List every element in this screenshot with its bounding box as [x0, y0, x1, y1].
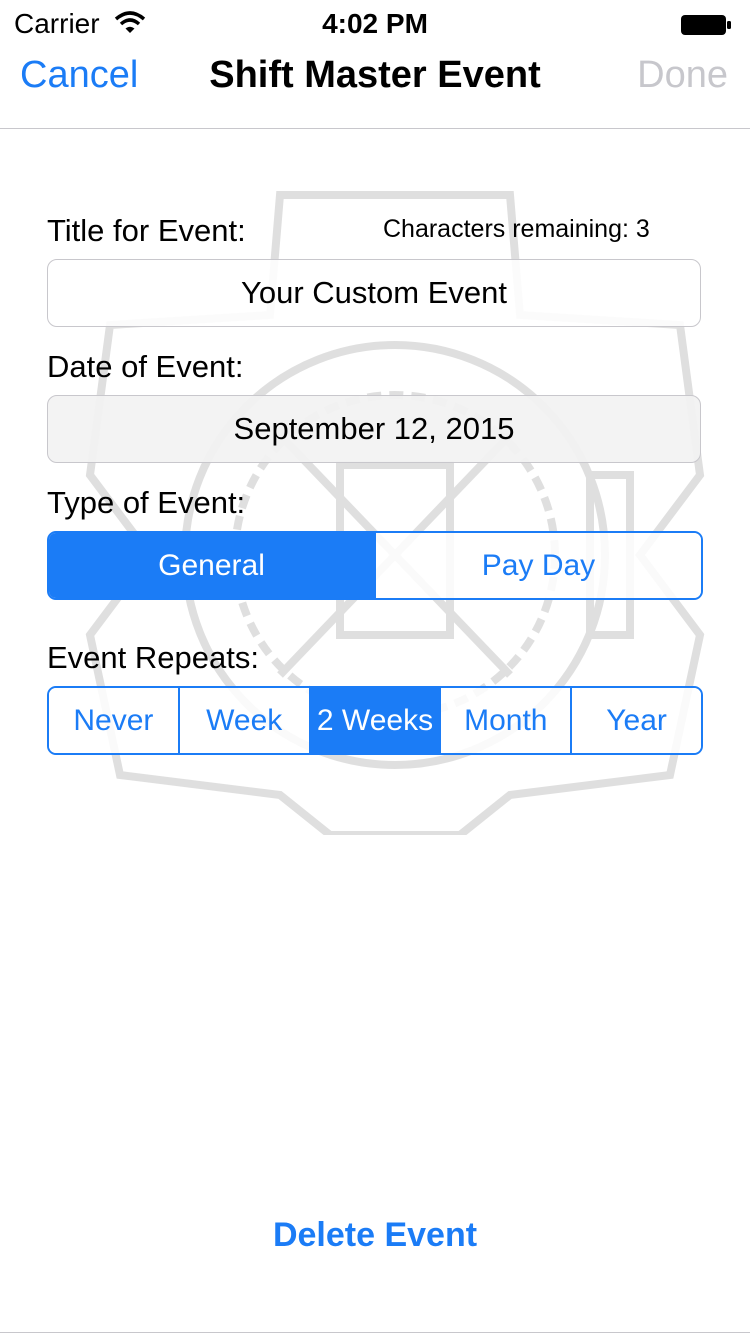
battery-icon: [681, 15, 731, 35]
repeat-option-year[interactable]: Year: [570, 688, 701, 753]
done-button[interactable]: Done: [637, 54, 728, 97]
type-label: Type of Event:: [47, 485, 246, 520]
repeat-option-never[interactable]: Never: [49, 688, 178, 753]
event-title-input[interactable]: Your Custom Event: [47, 259, 701, 327]
repeat-label: Event Repeats:: [47, 640, 259, 675]
navigation-bar: Cancel Shift Master Event Done: [0, 40, 750, 129]
type-option-pay-day[interactable]: Pay Day: [374, 533, 701, 598]
type-option-general[interactable]: General: [49, 533, 374, 598]
bottom-divider: [0, 1332, 750, 1333]
delete-event-button[interactable]: Delete Event: [0, 1216, 750, 1255]
event-repeat-segmented-control: Never Week 2 Weeks Month Year: [47, 686, 703, 755]
status-bar: Carrier 4:02 PM: [0, 0, 750, 40]
characters-remaining: Characters remaining: 3: [383, 215, 650, 243]
date-label: Date of Event:: [47, 349, 244, 384]
repeat-option-month[interactable]: Month: [439, 688, 571, 753]
repeat-option-2-weeks[interactable]: 2 Weeks: [308, 688, 440, 753]
repeat-option-week[interactable]: Week: [177, 688, 309, 753]
event-date-field[interactable]: September 12, 2015: [47, 395, 701, 463]
status-time: 4:02 PM: [322, 8, 428, 39]
event-type-segmented-control: General Pay Day: [47, 531, 703, 600]
title-label: Title for Event:: [47, 213, 246, 248]
